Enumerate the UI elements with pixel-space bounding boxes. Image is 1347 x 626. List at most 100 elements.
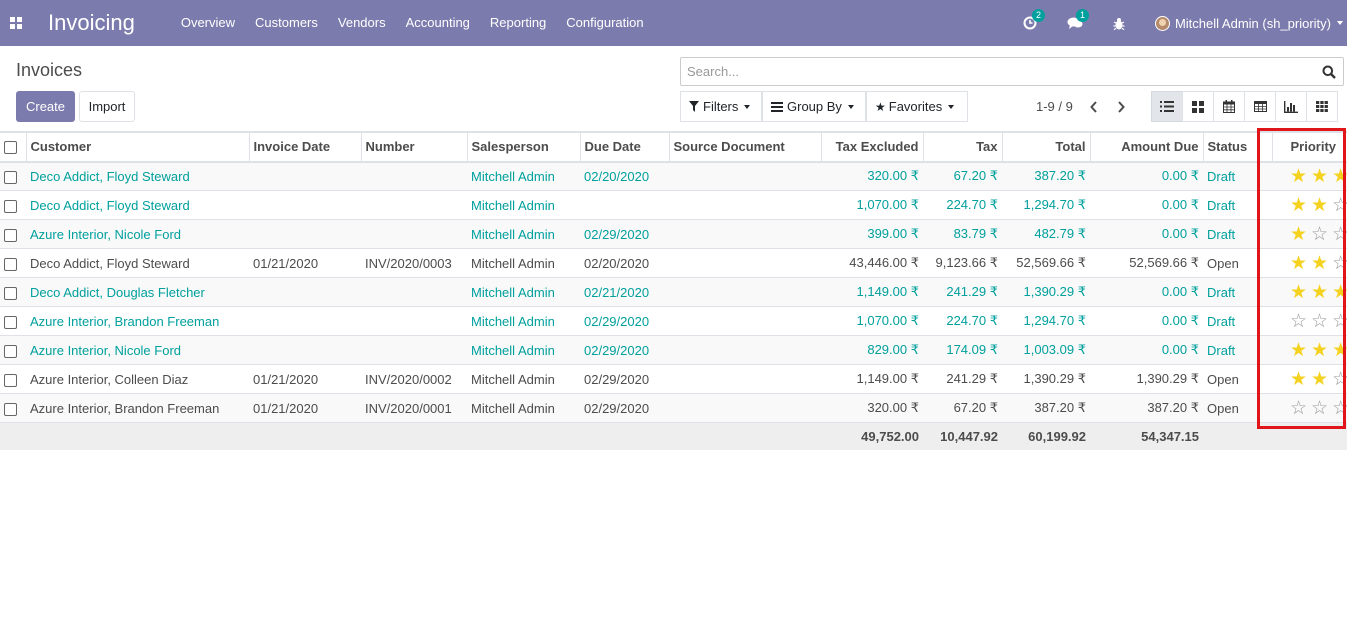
search-icon[interactable] <box>1315 65 1343 79</box>
priority-star-icon[interactable]: ☆ <box>1311 311 1328 331</box>
grid-view-icon[interactable] <box>1306 91 1338 122</box>
list-bars-icon <box>771 101 783 112</box>
cell-customer: Deco Addict, Floyd Steward <box>26 190 249 220</box>
priority-star-icon[interactable]: ☆ <box>1332 253 1347 273</box>
groupby-button[interactable]: Group By <box>762 91 866 122</box>
row-checkbox[interactable] <box>0 364 26 394</box>
column-status[interactable]: Status <box>1203 132 1273 163</box>
groupby-label: Group By <box>787 99 842 114</box>
column-due-date[interactable]: Due Date <box>580 132 670 163</box>
pager-previous-icon[interactable] <box>1082 91 1106 122</box>
column-source-document[interactable]: Source Document <box>669 132 822 163</box>
create-button[interactable]: Create <box>16 91 75 122</box>
priority-star-icon[interactable]: ★ <box>1290 166 1307 186</box>
table-row[interactable]: Azure Interior, Nicole Ford Mitchell Admi… <box>0 219 1347 249</box>
cell-number <box>361 219 467 249</box>
column-number[interactable]: Number <box>361 132 468 163</box>
column-amount-due[interactable]: Amount Due <box>1090 132 1204 163</box>
priority-star-icon[interactable]: ★ <box>1290 253 1307 273</box>
priority-star-icon[interactable]: ☆ <box>1332 398 1347 418</box>
activity-button[interactable]: 2 <box>1023 0 1045 46</box>
column-invoice-date[interactable]: Invoice Date <box>249 132 362 163</box>
priority-star-icon[interactable]: ★ <box>1290 282 1307 302</box>
row-checkbox[interactable] <box>0 306 26 336</box>
menu-overview[interactable]: Overview <box>171 0 245 46</box>
debug-button[interactable] <box>1113 0 1125 46</box>
calendar-view-icon[interactable] <box>1213 91 1245 122</box>
column-salesperson[interactable]: Salesperson <box>467 132 581 163</box>
priority-star-icon[interactable]: ☆ <box>1332 224 1347 244</box>
table-row[interactable]: Azure Interior, Brandon Freeman Mitchell … <box>0 306 1347 336</box>
priority-star-icon[interactable]: ★ <box>1332 166 1347 186</box>
priority-star-icon[interactable]: ★ <box>1290 369 1307 389</box>
table-row[interactable]: Deco Addict, Floyd Steward Mitchell Admin… <box>0 161 1347 191</box>
menu-vendors[interactable]: Vendors <box>328 0 396 46</box>
priority-star-icon[interactable]: ☆ <box>1332 195 1347 215</box>
table-row[interactable]: Azure Interior, Colleen Diaz 01/21/2020 IN… <box>0 364 1347 394</box>
priority-star-icon[interactable]: ☆ <box>1290 398 1307 418</box>
favorites-button[interactable]: ★ Favorites <box>866 91 968 122</box>
row-checkbox[interactable] <box>0 190 26 220</box>
priority-star-icon[interactable]: ★ <box>1290 224 1307 244</box>
column-tax[interactable]: Tax <box>923 132 1003 163</box>
cell-customer: Azure Interior, Nicole Ford <box>26 335 249 365</box>
filters-button[interactable]: Filters <box>680 91 762 122</box>
pivot-view-icon[interactable] <box>1244 91 1276 122</box>
app-title[interactable]: Invoicing <box>48 10 135 36</box>
priority-star-icon[interactable]: ☆ <box>1311 398 1328 418</box>
priority-star-icon[interactable]: ★ <box>1332 282 1347 302</box>
menu-accounting[interactable]: Accounting <box>396 0 480 46</box>
table-row[interactable]: Deco Addict, Floyd Steward 01/21/2020 INV/… <box>0 248 1347 278</box>
table-row[interactable]: Azure Interior, Nicole Ford Mitchell Admi… <box>0 335 1347 365</box>
row-checkbox[interactable] <box>0 248 26 278</box>
priority-star-icon[interactable]: ☆ <box>1332 311 1347 331</box>
menu-customers[interactable]: Customers <box>245 0 328 46</box>
cell-number <box>361 306 467 336</box>
cell-status: Draft <box>1203 190 1272 220</box>
priority-star-icon[interactable]: ★ <box>1311 253 1328 273</box>
menu-reporting[interactable]: Reporting <box>480 0 556 46</box>
cell-priority: ★★☆ <box>1272 248 1347 278</box>
row-checkbox[interactable] <box>0 219 26 249</box>
search-input[interactable] <box>681 58 1315 85</box>
priority-star-icon[interactable]: ★ <box>1290 195 1307 215</box>
table-row[interactable]: Deco Addict, Floyd Steward Mitchell Admin… <box>0 190 1347 220</box>
pager-value[interactable]: 1-9 / 9 <box>1036 99 1073 114</box>
cell-amount-due: 0.00 ₹ <box>1090 219 1203 249</box>
priority-star-icon[interactable]: ★ <box>1311 369 1328 389</box>
pager-next-icon[interactable] <box>1109 91 1133 122</box>
priority-star-icon[interactable]: ☆ <box>1311 224 1328 244</box>
cell-number <box>361 277 467 307</box>
select-all-checkbox[interactable] <box>0 132 27 163</box>
priority-star-icon[interactable]: ☆ <box>1332 369 1347 389</box>
messages-button[interactable]: 1 <box>1067 0 1089 46</box>
table-row[interactable]: Deco Addict, Douglas Fletcher Mitchell Ad… <box>0 277 1347 307</box>
apps-menu-icon[interactable] <box>0 0 32 46</box>
priority-star-icon[interactable]: ★ <box>1311 195 1328 215</box>
cell-source-document <box>669 190 821 220</box>
column-customer[interactable]: Customer <box>26 132 250 163</box>
row-checkbox[interactable] <box>0 393 26 423</box>
list-view-icon[interactable] <box>1151 91 1183 122</box>
row-checkbox[interactable] <box>0 335 26 365</box>
priority-star-icon[interactable]: ☆ <box>1290 311 1307 331</box>
priority-star-icon[interactable]: ★ <box>1311 282 1328 302</box>
priority-star-icon[interactable]: ★ <box>1332 340 1347 360</box>
user-menu[interactable]: Mitchell Admin (sh_priority) <box>1154 15 1343 31</box>
row-checkbox[interactable] <box>0 161 26 191</box>
priority-star-icon[interactable]: ★ <box>1311 166 1328 186</box>
column-priority[interactable]: Priority <box>1272 132 1347 163</box>
column-tax-excluded[interactable]: Tax Excluded <box>821 132 924 163</box>
priority-star-icon[interactable]: ★ <box>1290 340 1307 360</box>
row-checkbox[interactable] <box>0 277 26 307</box>
import-button[interactable]: Import <box>79 91 135 122</box>
column-total[interactable]: Total <box>1002 132 1091 163</box>
menu-configuration[interactable]: Configuration <box>556 0 653 46</box>
control-panel: Invoices Create Import Filters Group By … <box>0 46 1347 132</box>
table-row[interactable]: Azure Interior, Brandon Freeman 01/21/202… <box>0 393 1347 423</box>
cell-number: INV/2020/0002 <box>361 364 467 394</box>
priority-star-icon[interactable]: ★ <box>1311 340 1328 360</box>
table-body: Deco Addict, Floyd Steward Mitchell Admin… <box>0 161 1347 423</box>
kanban-view-icon[interactable] <box>1182 91 1214 122</box>
graph-view-icon[interactable] <box>1275 91 1307 122</box>
